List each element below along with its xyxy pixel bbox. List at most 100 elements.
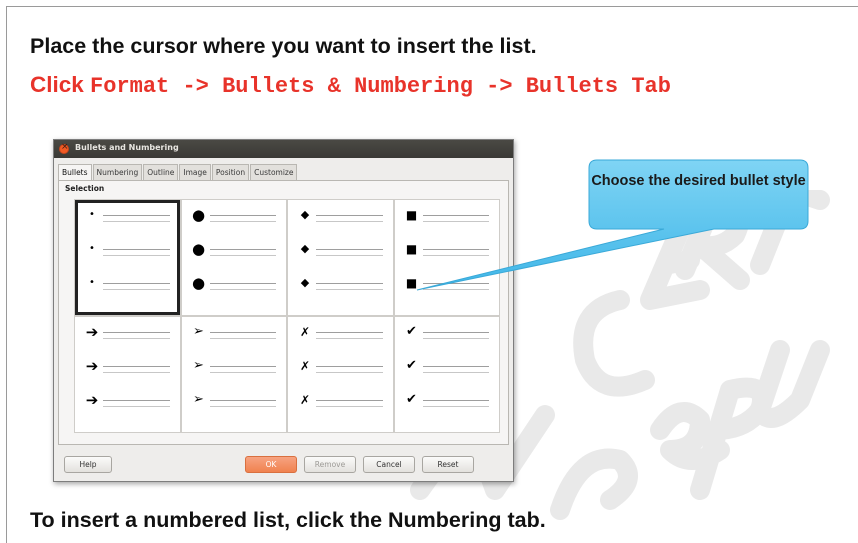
callout-text: Choose the desired bullet style <box>591 173 806 189</box>
menu-path: Format -> Bullets & Numbering -> Bullets… <box>90 74 671 99</box>
tab-bullets[interactable]: Bullets <box>58 164 92 180</box>
square-bullet-icon: ■ <box>405 208 418 222</box>
cancel-button[interactable]: Cancel <box>363 456 415 473</box>
tab-outline[interactable]: Outline <box>143 164 179 180</box>
preview-line <box>422 249 489 250</box>
diamond-bullet-icon: ◆ <box>300 276 310 289</box>
checkmark-bullet-icon: ✔ <box>406 392 417 407</box>
bullet-preview-row: ✗ <box>296 393 385 407</box>
instruction-line-1: Place the cursor where you want to inser… <box>30 34 537 58</box>
preview-line <box>209 283 276 284</box>
tab-position[interactable]: Position <box>211 164 250 180</box>
bullet-preview-row: ● <box>190 276 279 291</box>
dialog-title: Bullets and Numbering <box>75 143 179 152</box>
preview-line <box>103 332 170 333</box>
preview-line <box>316 372 383 373</box>
click-word: Click <box>30 72 84 97</box>
preview-line <box>422 406 489 407</box>
diamond-bullet-icon: ◆ <box>300 208 310 221</box>
cross-bullet-icon: ✗ <box>299 325 311 339</box>
preview-line <box>316 289 383 290</box>
preview-line <box>422 215 489 216</box>
preview-line <box>422 221 489 222</box>
preview-line <box>103 338 170 339</box>
bullet-preview-row: ✗ <box>296 359 385 373</box>
bullet-style-option[interactable]: ◆ ◆ ◆ <box>288 200 393 315</box>
bullets-panel: Selection • • • ● ● ● ◆ ◆ ◆ ■ ■ ■ ➔ ➔ ➔ ➢ ➢ ➢ ✗ ✗ ✗ ✔ ✔ ✔ <box>58 180 509 445</box>
bullet-preview-row: • <box>83 208 172 222</box>
preview-line <box>103 289 170 290</box>
small-dot-bullet-icon: • <box>89 209 95 220</box>
preview-line <box>209 366 276 367</box>
bullet-preview-row: ➢ <box>190 325 279 339</box>
preview-line <box>209 255 276 256</box>
bullet-style-option[interactable]: ➔ ➔ ➔ <box>75 317 180 432</box>
bullet-preview-row: ■ <box>403 208 492 222</box>
checkmark-bullet-icon: ✔ <box>406 324 417 339</box>
small-dot-bullet-icon: • <box>89 243 95 254</box>
bullet-style-option[interactable]: • • • <box>75 200 180 315</box>
arrowhead-bullet-icon: ➢ <box>193 392 204 407</box>
remove-button[interactable]: Remove <box>304 456 356 473</box>
preview-line <box>103 400 170 401</box>
bullet-preview-row: ➢ <box>190 359 279 373</box>
preview-line <box>209 372 276 373</box>
preview-line <box>316 332 383 333</box>
diamond-bullet-icon: ◆ <box>300 242 310 255</box>
bullet-preview-row: ■ <box>403 242 492 256</box>
bullet-preview-row: ◆ <box>296 208 385 222</box>
bullet-style-option[interactable]: ✔ ✔ ✔ <box>394 317 499 432</box>
ok-button[interactable]: OK <box>245 456 297 473</box>
preview-line <box>316 366 383 367</box>
preview-line <box>209 400 276 401</box>
cross-bullet-icon: ✗ <box>299 393 311 407</box>
bullet-preview-row: ✔ <box>403 393 492 407</box>
preview-line <box>316 221 383 222</box>
preview-line <box>316 400 383 401</box>
bullet-style-option[interactable]: ● ● ● <box>181 200 286 315</box>
bullet-style-grid: • • • ● ● ● ◆ ◆ ◆ ■ ■ ■ ➔ ➔ ➔ ➢ ➢ ➢ ✗ ✗ ✗ ✔ ✔ ✔ <box>74 199 500 433</box>
arrow-bullet-icon: ➔ <box>85 323 99 341</box>
reset-button[interactable]: Reset <box>422 456 474 473</box>
tab-numbering[interactable]: Numbering <box>92 164 143 180</box>
tab-image[interactable]: Image <box>179 164 211 180</box>
arrow-bullet-icon: ➔ <box>85 357 99 375</box>
bullet-preview-row: • <box>83 276 172 290</box>
bullet-preview-row: ➔ <box>83 357 172 375</box>
help-button[interactable]: Help <box>64 456 112 473</box>
preview-line <box>103 406 170 407</box>
bullet-preview-row: ● <box>190 206 279 224</box>
preview-line <box>209 249 276 250</box>
bullet-preview-row: ✔ <box>403 359 492 373</box>
preview-line <box>316 338 383 339</box>
preview-line <box>209 406 276 407</box>
preview-line <box>209 332 276 333</box>
small-dot-bullet-icon: • <box>89 277 95 288</box>
arrow-bullet-icon: ➔ <box>85 391 99 409</box>
bullet-preview-row: ● <box>190 240 279 258</box>
preview-line <box>103 255 170 256</box>
preview-line <box>103 283 170 284</box>
large-dot-bullet-icon: ● <box>191 240 206 258</box>
preview-line <box>316 255 383 256</box>
callout-shape <box>416 159 809 291</box>
preview-line <box>316 406 383 407</box>
dialog-tabs: Bullets Numbering Outline Image Position… <box>58 164 298 180</box>
preview-line <box>316 283 383 284</box>
bullet-preview-row: ➢ <box>190 393 279 407</box>
preview-line <box>209 289 276 290</box>
bullet-style-option[interactable]: ✗ ✗ ✗ <box>288 317 393 432</box>
preview-line <box>316 215 383 216</box>
bullet-preview-row: ◆ <box>296 242 385 256</box>
bullet-preview-row: ✔ <box>403 325 492 339</box>
bullet-style-option[interactable]: ■ ■ ■ <box>394 200 499 315</box>
checkmark-bullet-icon: ✔ <box>406 358 417 373</box>
preview-line <box>103 221 170 222</box>
preview-line <box>209 215 276 216</box>
close-icon[interactable] <box>59 142 69 154</box>
preview-line <box>422 289 489 290</box>
preview-line <box>316 249 383 250</box>
large-dot-bullet-icon: ● <box>191 206 206 224</box>
bullet-style-option[interactable]: ➢ ➢ ➢ <box>181 317 286 432</box>
tab-customize[interactable]: Customize <box>250 164 298 180</box>
